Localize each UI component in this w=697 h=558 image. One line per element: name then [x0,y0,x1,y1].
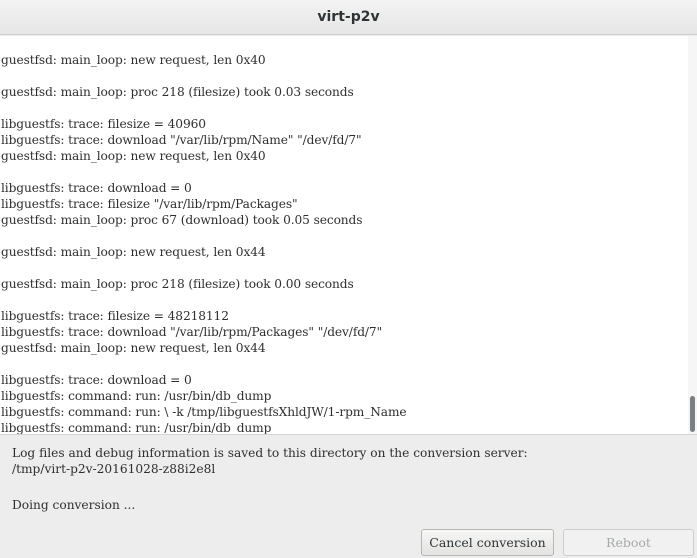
log-location-info: Log files and debug information is saved… [12,445,528,477]
log-line: libguestfs: command: run: /usr/bin/db_du… [1,389,272,403]
log-line: libguestfs: trace: filesize = 48218112 [1,309,229,323]
log-scrollbar[interactable] [688,36,697,434]
conversion-status: Doing conversion ... [12,498,136,512]
log-line: guestfsd: main_loop: proc 218 (filesize)… [1,277,354,291]
log-line: libguestfs: command: run: \ -k /tmp/libg… [1,405,407,419]
cancel-conversion-button[interactable]: Cancel conversion [421,529,554,556]
log-line: libguestfs: trace: download "/var/lib/rp… [1,133,362,147]
log-line: guestfsd: main_loop: new request, len 0x… [1,149,266,163]
log-line: libguestfs: trace: filesize "/var/lib/rp… [1,197,298,211]
title-bar[interactable]: virt-p2v [0,0,697,35]
log-line: libguestfs: trace: filesize = 40960 [1,117,206,131]
log-line: libguestfs: trace: download = 0 [1,181,192,195]
virt-p2v-window: virt-p2v guestfsd: main_loop: new reques… [0,0,697,558]
log-line: guestfsd: main_loop: new request, len 0x… [1,341,266,355]
log-location-message: Log files and debug information is saved… [12,446,528,460]
log-line: libguestfs: command: run: /usr/bin/db_du… [1,421,272,435]
log-line: libguestfs: trace: download "/var/lib/rp… [1,325,383,339]
log-view[interactable]: guestfsd: main_loop: new request, len 0x… [0,36,697,435]
window-title: virt-p2v [317,9,380,25]
reboot-button[interactable]: Reboot [563,529,694,556]
log-line: guestfsd: main_loop: proc 218 (filesize)… [1,85,354,99]
log-line: guestfsd: main_loop: new request, len 0x… [1,53,266,67]
log-line: libguestfs: trace: download = 0 [1,373,192,387]
log-text: guestfsd: main_loop: new request, len 0x… [1,52,681,435]
log-location-path: /tmp/virt-p2v-20161028-z88i2e8l [12,462,216,476]
log-line: guestfsd: main_loop: new request, len 0x… [1,245,266,259]
scrollbar-thumb[interactable] [690,396,695,432]
log-line: guestfsd: main_loop: proc 67 (download) … [1,213,363,227]
